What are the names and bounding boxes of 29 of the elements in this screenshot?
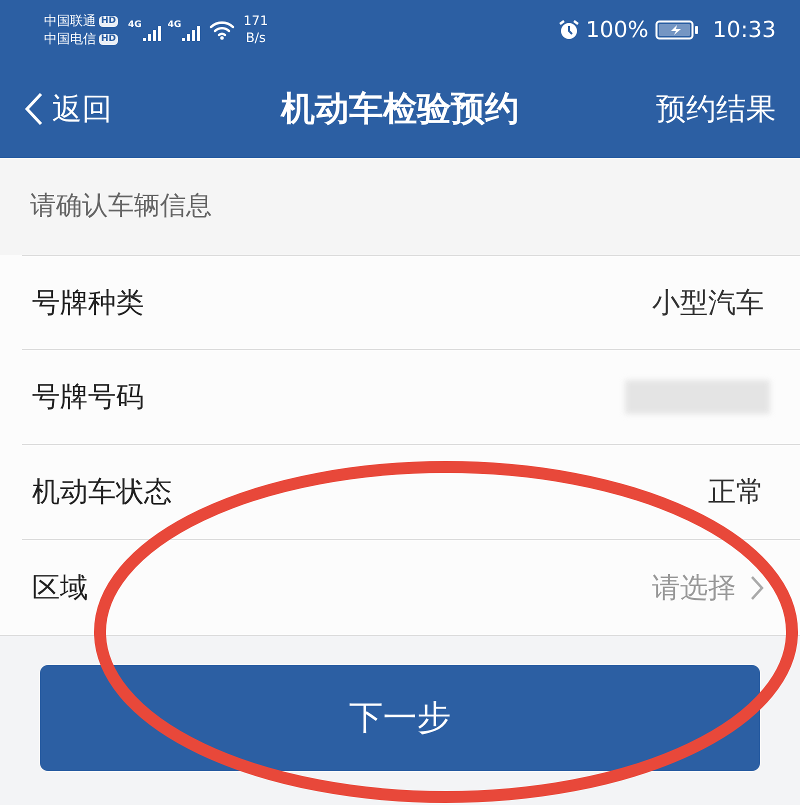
region-select[interactable]: 区域 请选择	[22, 540, 800, 635]
battery-percent: 100%	[586, 16, 649, 44]
select-placeholder: 请选择	[652, 570, 736, 606]
network-type: 4G	[128, 20, 142, 30]
network-speed: 171	[243, 13, 268, 30]
field-label: 区域	[31, 570, 88, 606]
back-button[interactable]: 返回	[24, 86, 112, 132]
signal-icon	[181, 24, 202, 42]
page-title: 机动车检验预约	[281, 88, 519, 130]
next-step-button[interactable]: 下一步	[40, 665, 760, 771]
wifi-icon	[209, 20, 236, 40]
hd-badge: HD	[99, 16, 118, 26]
field-label: 号牌种类	[31, 284, 144, 320]
clock-time: 10:33	[712, 16, 776, 44]
chevron-right-icon	[750, 574, 764, 600]
field-label: 号牌号码	[31, 379, 144, 415]
carrier-name: 中国联通	[44, 12, 96, 30]
field-value: 正常	[708, 474, 764, 510]
chevron-left-icon	[24, 92, 44, 126]
signal-icon	[142, 24, 162, 42]
network-speed: B/s	[246, 30, 266, 47]
field-label: 机动车状态	[31, 474, 172, 510]
field-value: 小型汽车	[652, 284, 764, 320]
appointment-results-link[interactable]: 预约结果	[656, 86, 776, 132]
hd-badge: HD	[99, 34, 118, 44]
network-type: 4G	[168, 20, 182, 30]
alarm-icon	[558, 19, 580, 41]
carrier-name: 中国电信	[44, 30, 96, 48]
battery-charging-icon	[654, 19, 699, 41]
